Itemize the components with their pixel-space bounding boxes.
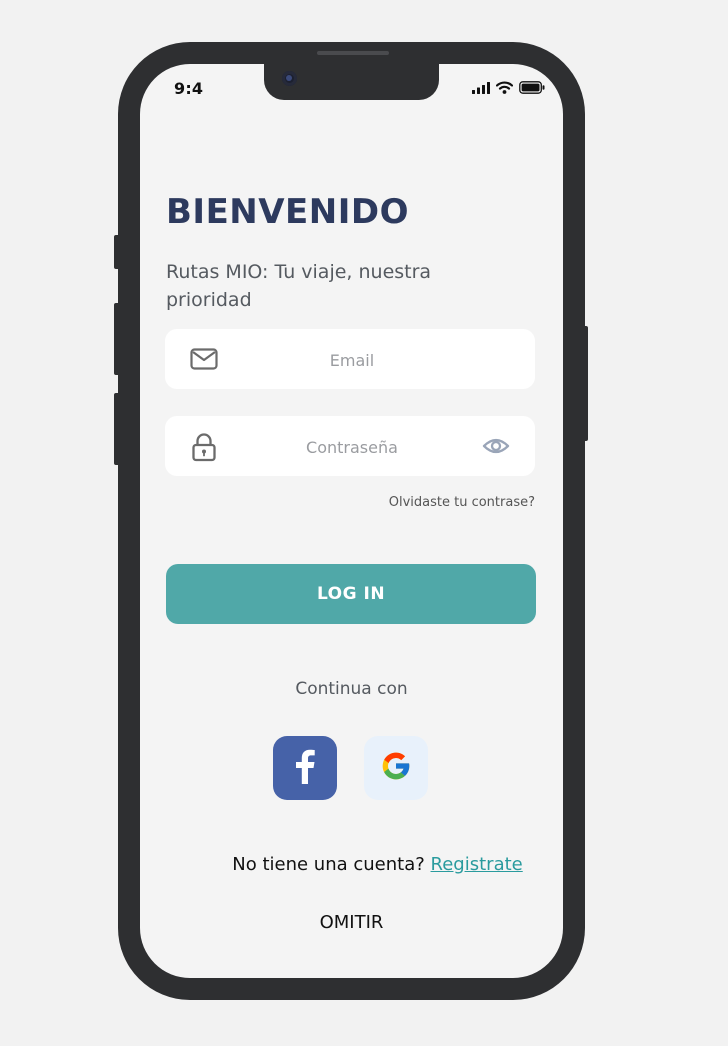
password-field[interactable] [165,416,535,478]
phone-screen: 9:4 BIENVENIDO Rutas MIO: Tu viaje, nues… [140,64,563,978]
status-icons [472,81,545,94]
facebook-login-button[interactable] [273,736,337,800]
password-input[interactable] [225,416,479,478]
phone-frame: 9:4 BIENVENIDO Rutas MIO: Tu viaje, nues… [118,42,585,1000]
register-prompt: No tiene una cuenta? Registrate [140,854,563,875]
phone-speaker [317,51,389,55]
page-title: BIENVENIDO [166,192,410,232]
front-camera [282,71,297,86]
status-time: 9:4 [174,79,204,98]
email-field[interactable] [165,329,535,391]
signal-icon [472,81,490,94]
facebook-icon [293,748,317,788]
continue-with-label: Continua con [295,679,408,699]
google-login-button[interactable] [364,736,428,800]
skip-button[interactable]: OMITIR [140,912,563,933]
google-icon [380,750,412,786]
forgot-password-link[interactable]: Olvidaste tu contrase? [389,495,535,510]
login-button[interactable]: LOG IN [166,564,536,624]
eye-icon[interactable] [482,435,510,461]
wifi-icon [496,81,513,94]
page-subtitle: Rutas MIO: Tu viaje, nuestra prioridad [166,261,432,311]
no-account-text: No tiene una cuenta? [232,854,425,875]
mail-icon [190,345,218,377]
notch [264,64,439,100]
lock-icon [190,432,218,466]
email-input[interactable] [225,329,479,391]
battery-icon [519,81,545,94]
register-link[interactable]: Registrate [431,854,523,875]
